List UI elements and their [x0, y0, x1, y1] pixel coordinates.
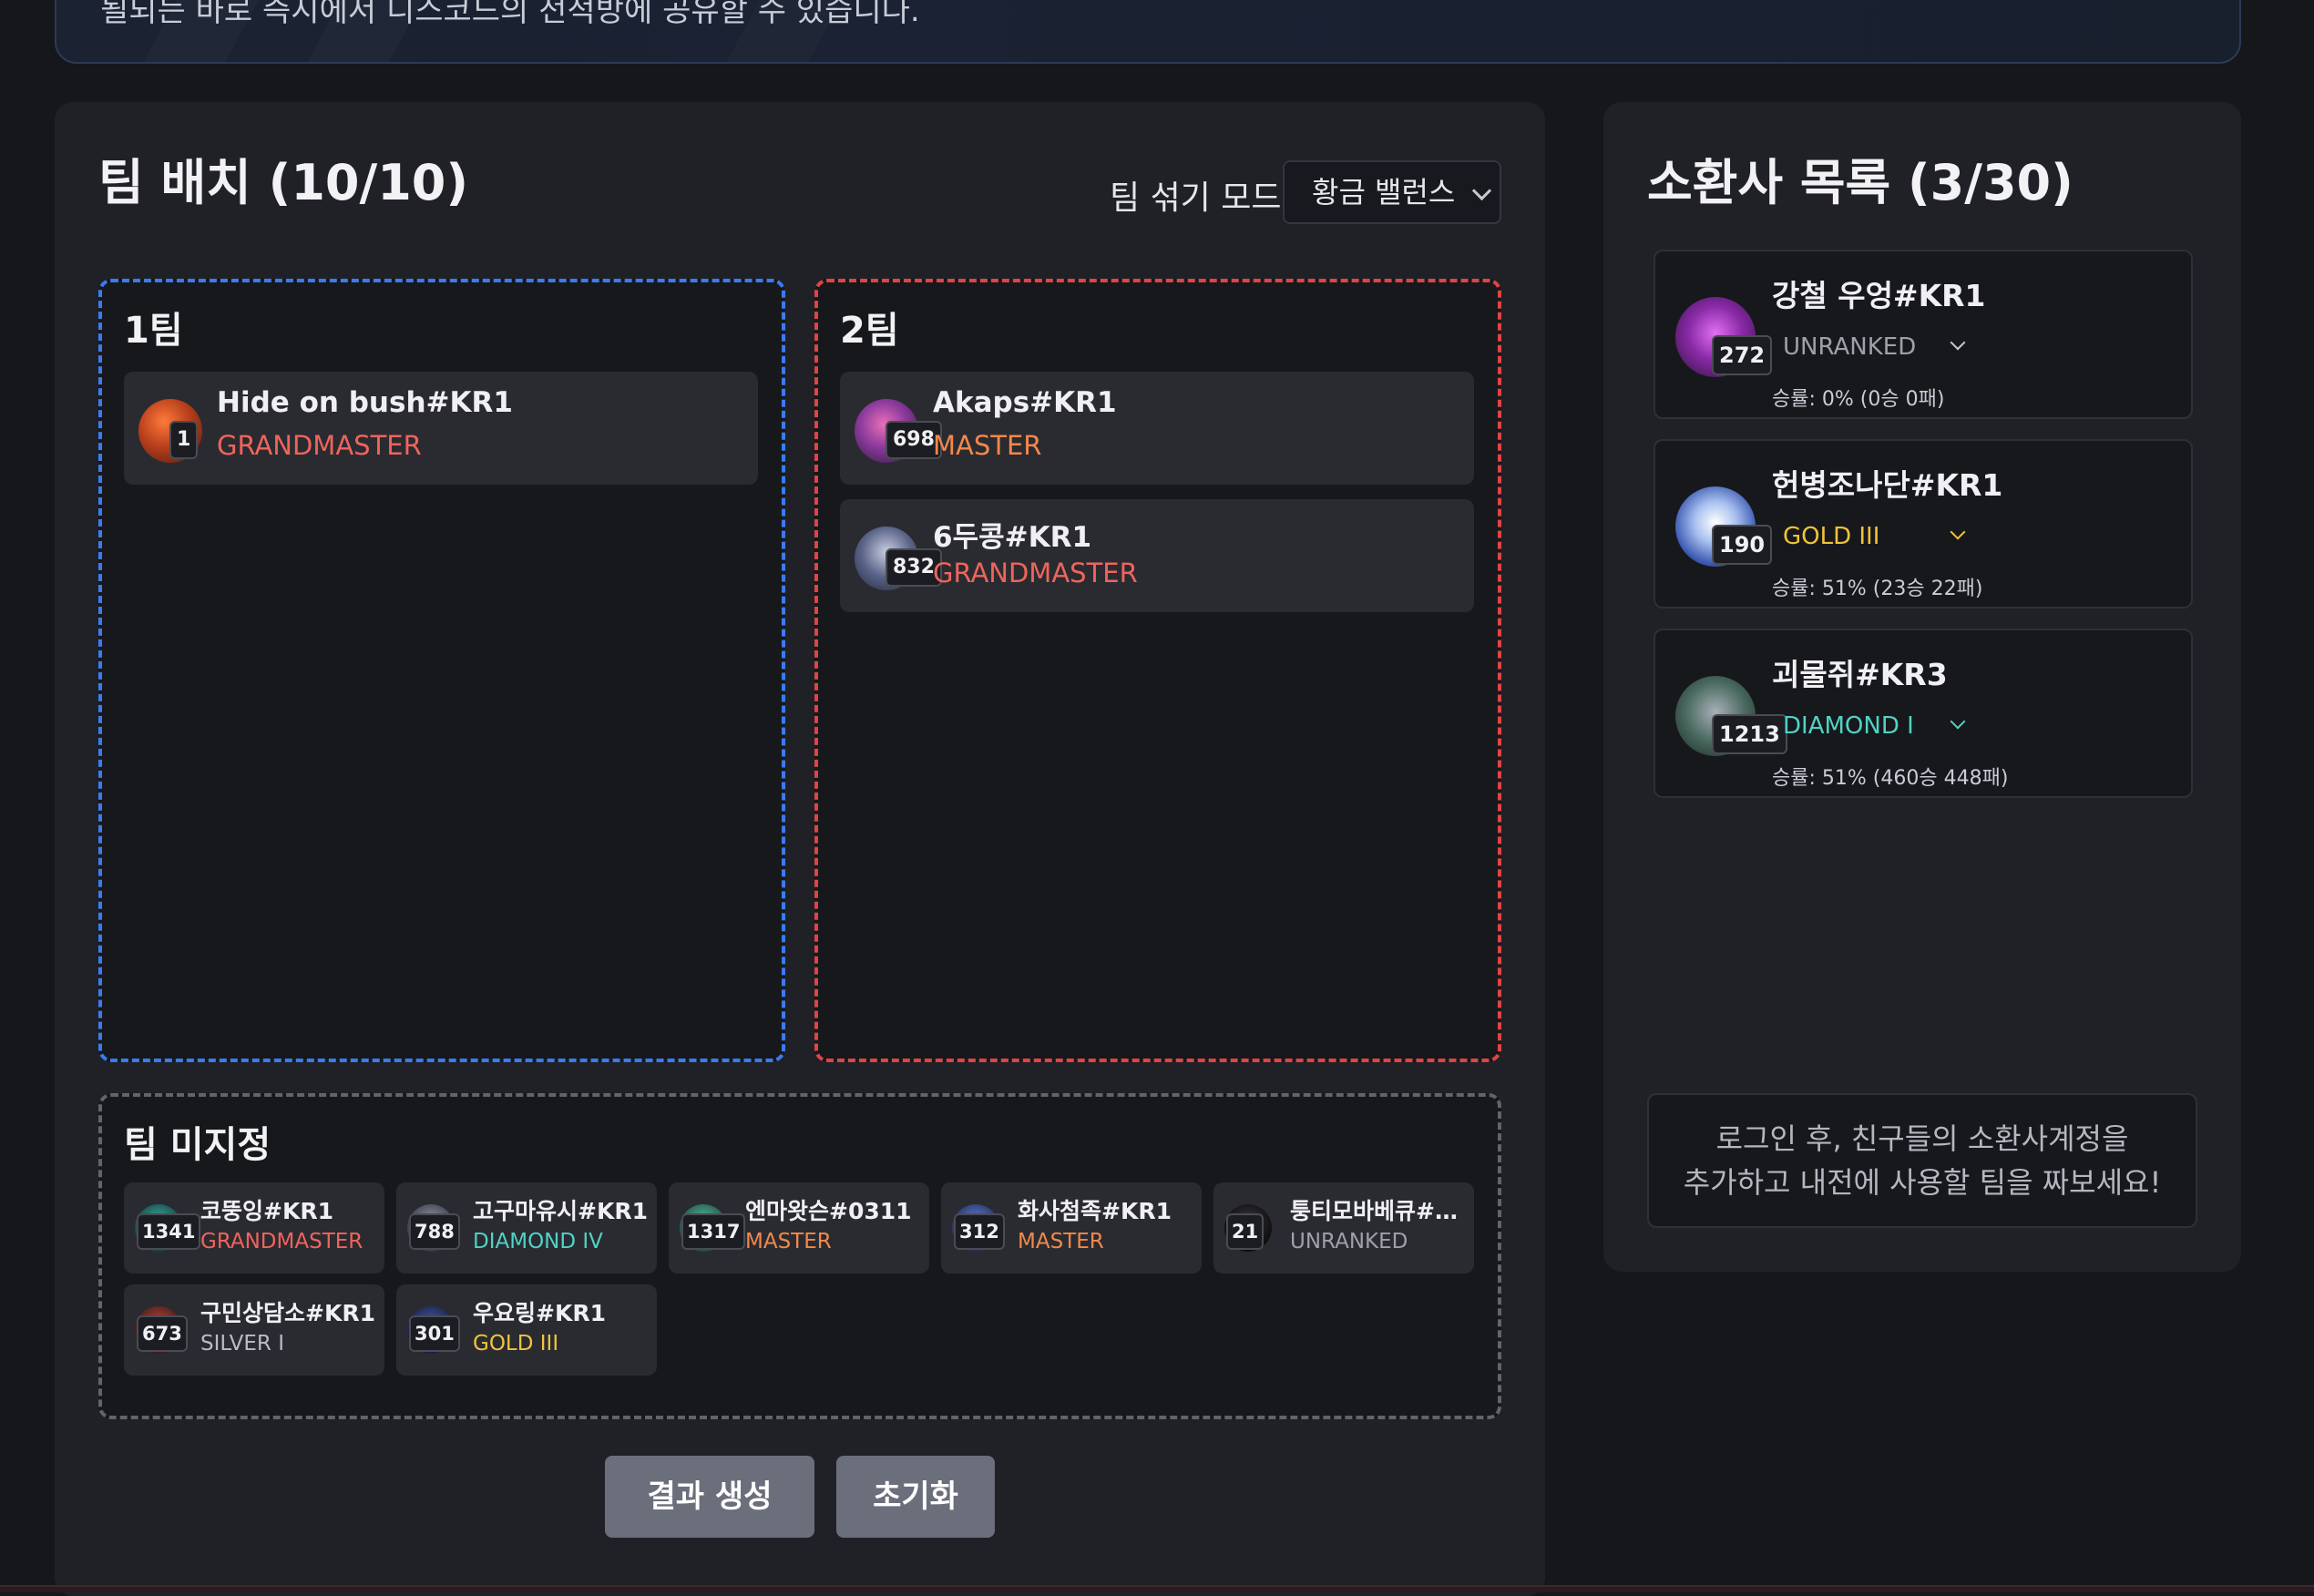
player-card[interactable]: 301 우요링#KR1 GOLD III	[396, 1284, 657, 1376]
team-panel-title: 팀 배치 (10/10)	[98, 154, 469, 211]
summoner-card[interactable]: 1213 괴물쥐#KR3 DIAMOND I 승률: 51% (460승 448…	[1654, 629, 2193, 798]
mix-mode-select[interactable]: 황금 밸런스	[1283, 160, 1501, 224]
level-badge: 312	[954, 1213, 1005, 1250]
player-card[interactable]: 1341 코뚱잉#KR1 GRANDMASTER	[124, 1182, 384, 1274]
generate-result-button[interactable]: 결과 생성	[605, 1456, 814, 1538]
summoner-name: 괴물쥐#KR3	[1772, 657, 1948, 692]
tier-value: UNRANKED	[1783, 333, 1917, 361]
player-tier: GRANDMASTER	[217, 430, 422, 461]
player-card[interactable]: 1 Hide on bush#KR1 GRANDMASTER	[124, 372, 758, 485]
mix-mode-label: 팀 섞기 모드	[1110, 179, 1282, 217]
banner-text: 될되는 바로 즉시에서 디스코드의 전적방에 공유할 수 있습니다.	[100, 0, 920, 29]
player-name: Hide on bush#KR1	[217, 386, 513, 419]
login-hint: 로그인 후, 친구들의 소환사계정을 추가하고 내전에 사용할 팀을 짜보세요!	[1647, 1093, 2197, 1228]
player-card[interactable]: 698 Akaps#KR1 MASTER	[840, 372, 1474, 485]
summoner-card[interactable]: 272 강철 우엉#KR1 UNRANKED 승률: 0% (0승 0패)	[1654, 250, 2193, 419]
summoner-name: 헌병조나단#KR1	[1772, 467, 2003, 503]
page-bottom-edge	[0, 1585, 2314, 1592]
unassigned-title: 팀 미지정	[124, 1124, 271, 1166]
level-badge: 190	[1712, 525, 1773, 565]
player-tier: UNRANKED	[1290, 1230, 1408, 1253]
player-name: 구민상담소#KR1	[200, 1300, 375, 1326]
level-badge: 301	[409, 1315, 460, 1352]
player-tier: MASTER	[745, 1230, 832, 1253]
tier-value: DIAMOND I	[1783, 712, 1914, 740]
summoner-card[interactable]: 190 헌병조나단#KR1 GOLD III 승률: 51% (23승 22패)	[1654, 439, 2193, 609]
player-tier: GRANDMASTER	[200, 1230, 363, 1253]
tier-value: GOLD III	[1783, 523, 1880, 550]
level-badge: 272	[1712, 335, 1773, 375]
player-tier: SILVER I	[200, 1332, 285, 1356]
summoner-name: 강철 우엉#KR1	[1772, 278, 1986, 313]
info-banner: 될되는 바로 즉시에서 디스코드의 전적방에 공유할 수 있습니다.	[55, 0, 2241, 64]
player-name: 엔마왓슨#0311	[745, 1198, 912, 1224]
player-tier: MASTER	[1018, 1230, 1104, 1253]
team1-title: 1팀	[124, 310, 183, 352]
chevron-down-icon	[1950, 713, 1966, 730]
level-badge: 1	[169, 421, 199, 459]
tier-select[interactable]: GOLD III	[1772, 514, 1978, 559]
chevron-down-icon	[1950, 524, 1966, 540]
player-name: 우요링#KR1	[473, 1300, 606, 1326]
tier-select[interactable]: DIAMOND I	[1772, 703, 1978, 749]
level-badge: 788	[409, 1213, 460, 1250]
player-name: 6두콩#KR1	[933, 521, 1092, 554]
level-badge: 21	[1226, 1213, 1265, 1250]
reset-button[interactable]: 초기화	[836, 1456, 995, 1538]
login-hint-line1: 로그인 후, 친구들의 소환사계정을	[1715, 1121, 2129, 1156]
team2-title: 2팀	[840, 310, 899, 352]
chevron-down-icon	[1950, 334, 1966, 351]
player-name: 코뚱잉#KR1	[200, 1198, 333, 1224]
player-name: 고구마유시#KR1	[473, 1198, 648, 1224]
player-name: 화사첨족#KR1	[1018, 1198, 1172, 1224]
player-card[interactable]: 788 고구마유시#KR1 DIAMOND IV	[396, 1182, 657, 1274]
player-card[interactable]: 312 화사첨족#KR1 MASTER	[941, 1182, 1202, 1274]
summoner-panel-title: 소환사 목록 (3/30)	[1647, 154, 2073, 211]
player-name: Akaps#KR1	[933, 386, 1117, 419]
player-card[interactable]: 21 퉁티모바베큐#0… UNRANKED	[1213, 1182, 1474, 1274]
winrate-text: 승률: 51% (23승 22패)	[1772, 578, 1983, 600]
player-tier: GOLD III	[473, 1332, 559, 1356]
player-name: 퉁티모바베큐#0…	[1290, 1198, 1469, 1224]
level-badge: 673	[137, 1315, 188, 1352]
winrate-text: 승률: 51% (460승 448패)	[1772, 767, 2009, 790]
player-card[interactable]: 832 6두콩#KR1 GRANDMASTER	[840, 499, 1474, 612]
player-card[interactable]: 1317 엔마왓슨#0311 MASTER	[669, 1182, 929, 1274]
player-tier: DIAMOND IV	[473, 1230, 603, 1253]
player-tier: MASTER	[933, 430, 1042, 461]
level-badge: 1341	[137, 1213, 201, 1250]
login-hint-line2: 추가하고 내전에 사용할 팀을 짜보세요!	[1683, 1165, 2162, 1200]
winrate-text: 승률: 0% (0승 0패)	[1772, 388, 1945, 411]
mix-mode-value: 황금 밸런스	[1312, 175, 1456, 210]
player-card[interactable]: 673 구민상담소#KR1 SILVER I	[124, 1284, 384, 1376]
level-badge: 1317	[681, 1213, 746, 1250]
player-tier: GRANDMASTER	[933, 558, 1138, 588]
chevron-down-icon	[1471, 180, 1492, 201]
tier-select[interactable]: UNRANKED	[1772, 324, 1978, 370]
